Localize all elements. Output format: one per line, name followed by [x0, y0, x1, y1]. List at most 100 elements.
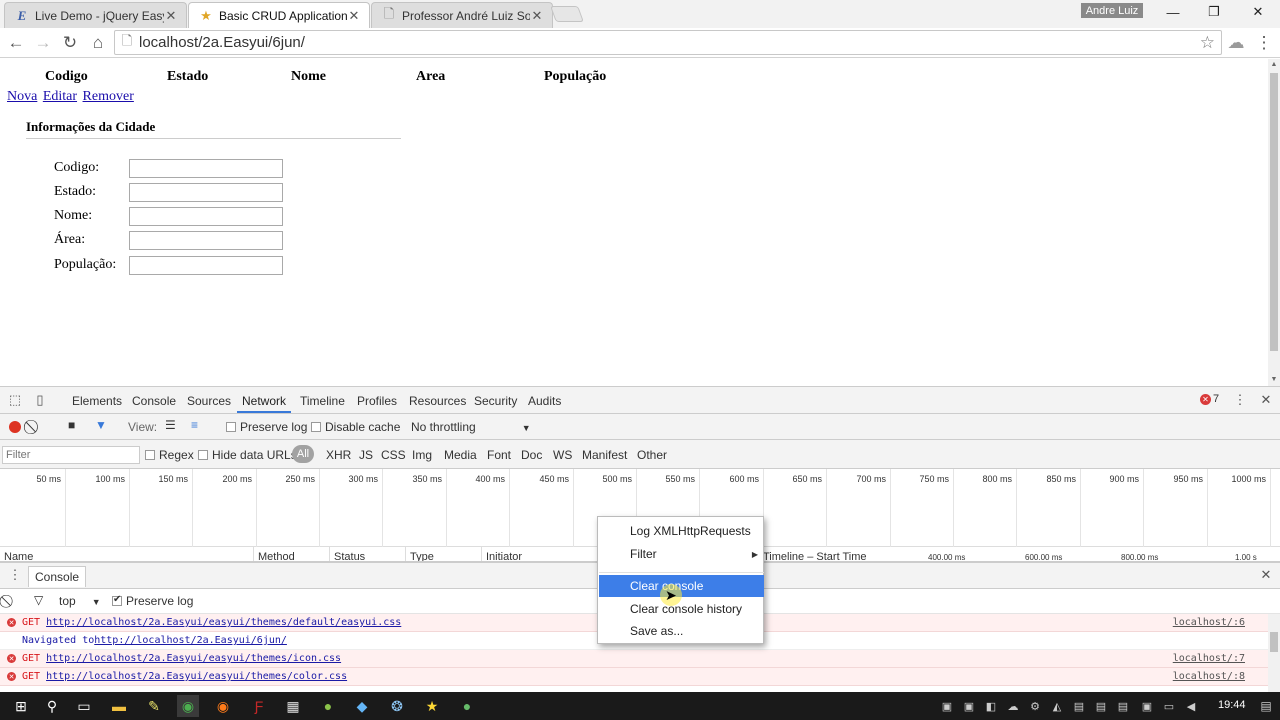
type-filter-all[interactable]: All	[292, 445, 314, 463]
app-icon[interactable]: ●	[456, 695, 478, 717]
scrollbar-thumb[interactable]	[1270, 73, 1278, 351]
message-url[interactable]: http://localhost/2a.Easyui/easyui/themes…	[46, 671, 347, 682]
inspect-element-icon[interactable]: ⬚	[7, 392, 23, 408]
tray-icon[interactable]: ▤	[1068, 695, 1090, 717]
tab-profiles[interactable]: Profiles	[357, 394, 397, 408]
devtools-close-icon[interactable]: ✕	[1258, 392, 1274, 408]
tab-sources[interactable]: Sources	[187, 394, 231, 408]
type-filter-js[interactable]: JS	[359, 448, 373, 462]
tab-elements[interactable]: Elements	[72, 394, 122, 408]
network-icon[interactable]: ▣	[1136, 695, 1158, 717]
message-source[interactable]: localhost/:7	[1173, 653, 1245, 664]
calculator-icon[interactable]: ▦	[282, 695, 304, 717]
app-icon[interactable]: ●	[317, 695, 339, 717]
tab-network[interactable]: Network	[242, 394, 286, 408]
regex-checkbox[interactable]: Regex	[145, 448, 194, 462]
drawer-menu-icon[interactable]: ⋮	[7, 567, 23, 583]
header-type[interactable]: Type	[410, 551, 434, 561]
message-url[interactable]: http://localhost/2a.Easyui/6jun/	[94, 635, 287, 646]
column-header-area[interactable]: Area	[416, 69, 445, 85]
type-filter-media[interactable]: Media	[444, 448, 477, 462]
search-icon[interactable]: ⚲	[41, 695, 63, 717]
waterfall-view-icon[interactable]: ≡	[191, 418, 198, 432]
checkbox[interactable]	[311, 422, 321, 432]
checkbox[interactable]	[112, 594, 122, 606]
windows-start-icon[interactable]: ⊞	[10, 695, 32, 717]
menu-item-save-as[interactable]: Save as...	[599, 620, 764, 642]
home-icon[interactable]: ⌂	[86, 31, 110, 55]
close-icon[interactable]: ✕	[347, 8, 361, 24]
drawer-close-icon[interactable]: ✕	[1258, 567, 1274, 583]
reload-icon[interactable]: ↻	[58, 31, 82, 55]
header-initiator[interactable]: Initiator	[486, 551, 522, 561]
type-filter-img[interactable]: Img	[412, 448, 432, 462]
remove-link[interactable]: Remover	[83, 89, 134, 104]
page-scrollbar[interactable]: ▲ ▼	[1268, 59, 1280, 386]
record-icon[interactable]	[9, 421, 21, 433]
checkbox[interactable]	[226, 422, 236, 432]
preserve-log-checkbox[interactable]: Preserve log	[226, 420, 307, 434]
console-preserve-log-checkbox[interactable]: Preserve log	[112, 594, 193, 608]
type-filter-doc[interactable]: Doc	[521, 448, 542, 462]
menu-item-filter[interactable]: Filter ▶	[599, 543, 764, 565]
tab-resources[interactable]: Resources	[409, 394, 466, 408]
forward-arrow-icon[interactable]: →	[31, 31, 55, 55]
file-explorer-icon[interactable]: ▬	[108, 695, 130, 717]
tray-icon[interactable]: ▣	[936, 695, 958, 717]
header-method[interactable]: Method	[258, 551, 295, 561]
back-arrow-icon[interactable]: ←	[4, 31, 28, 55]
menu-item-log-xhr[interactable]: Log XMLHttpRequests	[599, 520, 764, 542]
filter-icon[interactable]: ▼	[95, 418, 107, 432]
tray-icon[interactable]: ▣	[958, 695, 980, 717]
scroll-up-icon[interactable]: ▲	[1268, 59, 1280, 71]
tab-timeline[interactable]: Timeline	[300, 394, 345, 408]
type-filter-other[interactable]: Other	[637, 448, 667, 462]
tray-icon[interactable]: ◧	[980, 695, 1002, 717]
type-filter-xhr[interactable]: XHR	[326, 448, 351, 462]
filezilla-icon[interactable]: Ƒ	[248, 695, 270, 717]
filter-input[interactable]	[2, 446, 140, 464]
header-status[interactable]: Status	[334, 551, 365, 561]
window-close-icon[interactable]: ✕	[1238, 3, 1278, 21]
message-source[interactable]: localhost/:6	[1173, 617, 1245, 628]
bookmark-star-icon[interactable]: ☆	[1200, 33, 1215, 53]
new-link[interactable]: Nova	[7, 89, 37, 104]
hide-data-urls-checkbox[interactable]: Hide data URLs	[198, 448, 297, 462]
console-scrollbar[interactable]	[1268, 614, 1280, 693]
populacao-input[interactable]	[129, 255, 283, 275]
notification-icon[interactable]: ▤	[1255, 695, 1277, 717]
tab-security[interactable]: Security	[474, 394, 517, 408]
chrome-icon[interactable]: ◉	[177, 695, 199, 717]
app-icon[interactable]: ❂	[386, 695, 408, 717]
close-icon[interactable]: ✕	[164, 8, 178, 24]
estado-input[interactable]	[129, 182, 283, 202]
new-tab-button[interactable]	[550, 6, 584, 22]
codigo-input[interactable]	[129, 158, 283, 178]
edit-link[interactable]: Editar	[43, 89, 77, 104]
header-name[interactable]: Name	[4, 551, 33, 561]
menu-icon[interactable]: ⋮	[1252, 31, 1276, 55]
tab-audits[interactable]: Audits	[528, 394, 561, 408]
list-view-icon[interactable]: ☰	[165, 418, 176, 432]
filter-icon[interactable]: ▽	[34, 593, 43, 607]
message-url[interactable]: http://localhost/2a.Easyui/easyui/themes…	[46, 653, 341, 664]
address-bar[interactable]: 🗋 localhost/2a.Easyui/6jun/ ☆	[114, 30, 1222, 55]
tab-console[interactable]: Console	[132, 394, 176, 408]
column-header-codigo[interactable]: Codigo	[45, 69, 88, 85]
device-mode-icon[interactable]: ▯	[32, 392, 48, 408]
close-icon[interactable]: ✕	[530, 8, 544, 24]
column-header-nome[interactable]: Nome	[291, 69, 326, 85]
header-timeline[interactable]: Timeline – Start Time	[763, 551, 867, 561]
battery-icon[interactable]: ▭	[1158, 695, 1180, 717]
tray-icon[interactable]: ▤	[1090, 695, 1112, 717]
browser-tab-easyui-demo[interactable]: E Live Demo - jQuery EasyU ✕	[4, 2, 187, 28]
taskbar-clock[interactable]: 19:44	[1218, 699, 1246, 711]
checkbox[interactable]	[198, 450, 208, 460]
notepad-icon[interactable]: ✎	[143, 695, 165, 717]
browser-tab-crud[interactable]: ★ Basic CRUD Application - j ✕	[188, 2, 370, 28]
devtools-menu-icon[interactable]: ⋮	[1232, 392, 1248, 408]
restore-icon[interactable]: ❐	[1194, 3, 1234, 21]
area-input[interactable]	[129, 230, 283, 250]
menu-item-clear-console-history[interactable]: Clear console history	[599, 598, 764, 620]
message-source[interactable]: localhost/:8	[1173, 671, 1245, 682]
